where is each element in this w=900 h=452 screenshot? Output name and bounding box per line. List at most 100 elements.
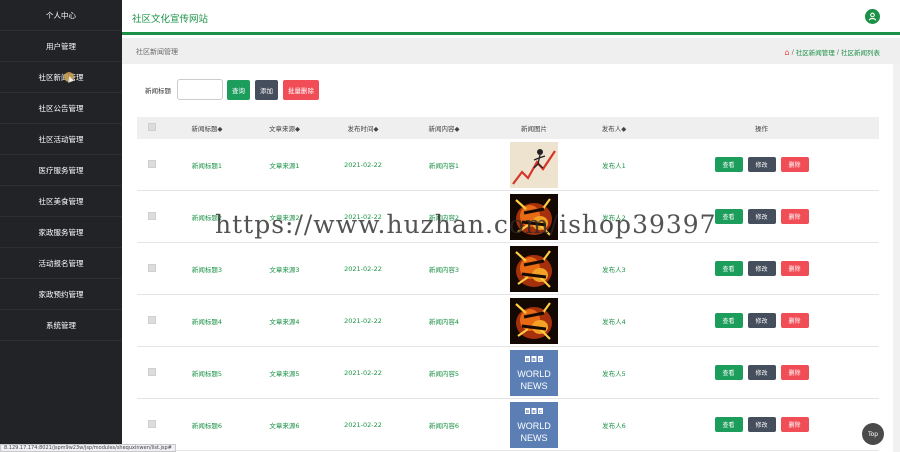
add-button[interactable]: 添加 xyxy=(255,79,278,100)
sidebar-item-label: 医疗服务管理 xyxy=(38,165,84,175)
row-checkbox[interactable] xyxy=(148,419,156,428)
cell-image xyxy=(484,245,584,292)
batch-delete-button[interactable]: 批量删除 xyxy=(283,79,319,100)
delete-button[interactable]: 删除 xyxy=(780,261,809,276)
sidebar-item-appointments[interactable]: 家政预约管理 xyxy=(0,279,122,310)
cell-content: 新闻内容6 xyxy=(428,421,460,430)
column-header-date[interactable]: 发布时间◆ xyxy=(322,123,404,133)
cell-publisher: 发布人4 xyxy=(602,317,626,326)
cell-source: 文章来源5 xyxy=(269,369,300,378)
cell-source: 文章来源6 xyxy=(269,421,300,430)
svg-text:NEWS: NEWS xyxy=(521,433,548,443)
sidebar-item-notices[interactable]: 社区公告管理 xyxy=(0,93,122,124)
sidebar-item-label: 活动报名管理 xyxy=(38,258,84,268)
column-header-image: 新闻图片 xyxy=(521,125,547,133)
cell-image: B B C WORLD NEWS xyxy=(484,401,584,448)
row-checkbox[interactable] xyxy=(148,159,156,168)
page-title: 社区新闻管理 xyxy=(136,48,178,56)
select-all-checkbox[interactable] xyxy=(148,123,156,131)
sidebar-item-personal-center[interactable]: 个人中心 xyxy=(0,0,122,31)
sidebar-item-label: 家政服务管理 xyxy=(38,227,84,237)
news-image: B B CWORLDNEWS xyxy=(510,349,558,396)
cell-image xyxy=(484,193,584,240)
edit-button[interactable]: 修改 xyxy=(747,209,776,224)
column-header-publisher[interactable]: 发布人◆ xyxy=(584,123,644,133)
news-image xyxy=(510,297,558,344)
sidebar-item-food[interactable]: 社区美食管理 xyxy=(0,186,122,217)
table-row: 新闻标题5 文章来源5 2021-02-22 新闻内容5 B B C WORLD NEWS 发布人… xyxy=(137,347,879,399)
sidebar: 个人中心 用户管理 社区新闻管理 社区公告管理 社区活动管理 医疗服务管理 社区… xyxy=(0,0,122,452)
status-url: 8.129.17.174:8021/jspm9w23w/jsp/modules/… xyxy=(0,444,176,452)
sidebar-item-system[interactable]: 系统管理 xyxy=(0,310,122,341)
row-actions: 查看 修改 删除 xyxy=(644,261,879,276)
table-row: 新闻标题4 文章来源4 2021-02-22 新闻内容4 发布人4 查看 修改 删除 xyxy=(137,295,879,347)
cell-title: 新闻标题3 xyxy=(191,265,223,274)
news-image xyxy=(510,193,558,240)
row-checkbox[interactable] xyxy=(148,367,156,376)
view-button[interactable]: 查看 xyxy=(714,417,743,432)
sidebar-item-label: 社区美食管理 xyxy=(38,196,84,206)
cell-image xyxy=(484,141,584,188)
breadcrumb-separator: / xyxy=(791,48,794,56)
cell-date: 2021-02-22 xyxy=(344,160,382,169)
cell-content: 新闻内容5 xyxy=(428,369,460,378)
row-checkbox[interactable] xyxy=(148,315,156,324)
cell-image xyxy=(484,297,584,344)
sidebar-item-activities[interactable]: 社区活动管理 xyxy=(0,124,122,155)
sidebar-item-news[interactable]: 社区新闻管理 xyxy=(0,62,122,93)
cell-publisher: 发布人6 xyxy=(602,421,626,430)
breadcrumb-news-management[interactable]: 社区新闻管理 xyxy=(796,47,835,57)
view-button[interactable]: 查看 xyxy=(714,365,743,380)
sidebar-item-registration[interactable]: 活动报名管理 xyxy=(0,248,122,279)
news-image: B B CWORLDNEWS xyxy=(510,401,558,448)
view-button[interactable]: 查看 xyxy=(714,261,743,276)
edit-button[interactable]: 修改 xyxy=(747,157,776,172)
user-icon[interactable] xyxy=(865,9,880,24)
scrollbar[interactable] xyxy=(893,64,900,452)
search-bar: 新闻标题 查询 添加 批量删除 xyxy=(145,79,324,100)
row-checkbox[interactable] xyxy=(148,211,156,220)
cell-publisher: 发布人2 xyxy=(602,213,626,222)
column-header-title[interactable]: 新闻标题◆ xyxy=(167,123,247,133)
cell-content: 新闻内容1 xyxy=(428,161,460,170)
breadcrumb-news-list: 社区新闻列表 xyxy=(841,49,880,57)
news-title-search-input[interactable] xyxy=(177,79,223,100)
table-row: 新闻标题3 文章来源3 2021-02-22 新闻内容3 发布人3 查看 修改 删除 xyxy=(137,243,879,295)
cell-source: 文章来源1 xyxy=(269,161,300,170)
delete-button[interactable]: 删除 xyxy=(780,209,809,224)
view-button[interactable]: 查看 xyxy=(714,157,743,172)
breadcrumb: ⌂ / 社区新闻管理 / 社区新闻列表 xyxy=(785,47,880,58)
view-button[interactable]: 查看 xyxy=(714,209,743,224)
news-image xyxy=(510,141,558,188)
row-actions: 查看 修改 删除 xyxy=(644,157,879,172)
delete-button[interactable]: 删除 xyxy=(780,157,809,172)
delete-button[interactable]: 删除 xyxy=(780,313,809,328)
home-icon[interactable]: ⌂ xyxy=(785,48,790,57)
svg-text:WORLD: WORLD xyxy=(517,369,551,379)
cell-source: 文章来源2 xyxy=(269,213,300,222)
view-button[interactable]: 查看 xyxy=(714,313,743,328)
query-button[interactable]: 查询 xyxy=(227,79,250,100)
back-to-top-button[interactable]: Top xyxy=(862,423,884,445)
cell-date: 2021-02-22 xyxy=(344,264,382,273)
cell-date: 2021-02-22 xyxy=(344,212,382,221)
edit-button[interactable]: 修改 xyxy=(747,417,776,432)
column-header-content[interactable]: 新闻内容◆ xyxy=(404,123,484,133)
site-title: 社区文化宣传网站 xyxy=(132,14,209,25)
top-bar: 社区文化宣传网站 xyxy=(122,0,900,35)
sidebar-item-label: 个人中心 xyxy=(46,10,76,20)
cell-source: 文章来源4 xyxy=(269,317,300,326)
row-checkbox[interactable] xyxy=(148,263,156,272)
edit-button[interactable]: 修改 xyxy=(747,261,776,276)
sidebar-item-users[interactable]: 用户管理 xyxy=(0,31,122,62)
cell-title: 新闻标题4 xyxy=(191,317,223,326)
row-actions: 查看 修改 删除 xyxy=(644,209,879,224)
sidebar-item-medical[interactable]: 医疗服务管理 xyxy=(0,155,122,186)
delete-button[interactable]: 删除 xyxy=(780,417,809,432)
edit-button[interactable]: 修改 xyxy=(747,313,776,328)
sidebar-item-housekeeping[interactable]: 家政服务管理 xyxy=(0,217,122,248)
edit-button[interactable]: 修改 xyxy=(747,365,776,380)
column-header-source[interactable]: 文章来源◆ xyxy=(247,123,322,133)
breadcrumb-bar: 社区新闻管理 ⌂ / 社区新闻管理 / 社区新闻列表 xyxy=(122,38,900,64)
delete-button[interactable]: 删除 xyxy=(780,365,809,380)
